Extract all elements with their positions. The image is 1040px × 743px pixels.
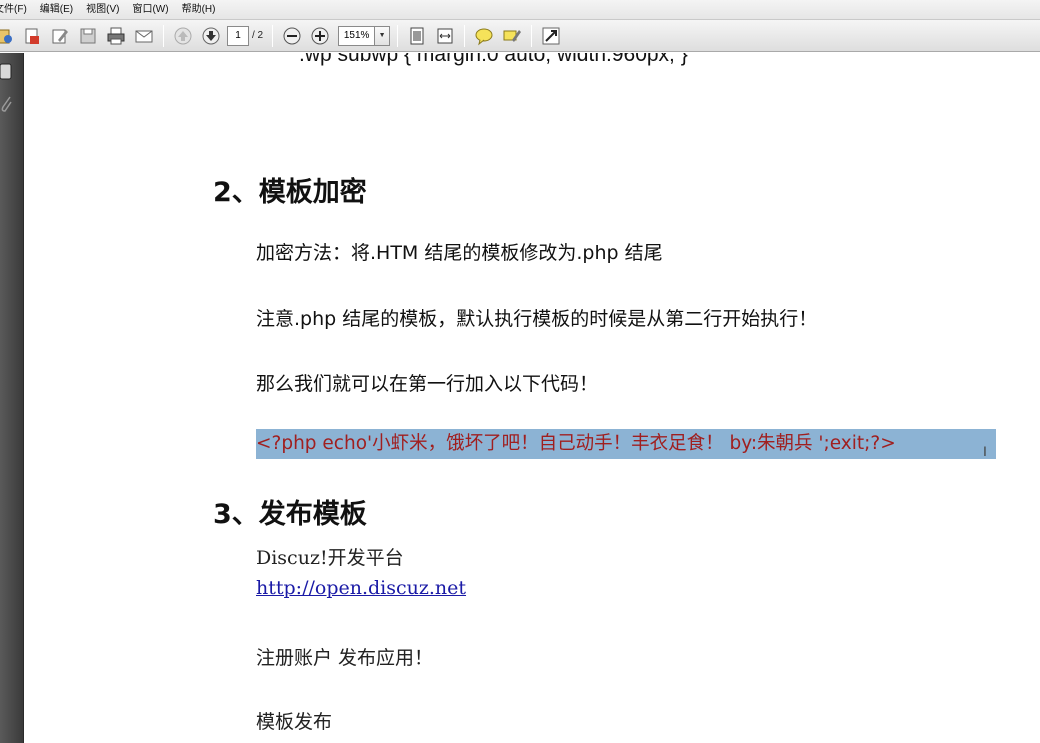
print-icon[interactable]: [104, 24, 128, 48]
previous-page-icon[interactable]: [171, 24, 195, 48]
menu-help[interactable]: 帮助(H): [175, 0, 222, 20]
fit-width-icon[interactable]: [433, 24, 457, 48]
toolbar-separator: [464, 24, 466, 47]
section-heading-publish: 3、发布模板: [213, 499, 367, 530]
menu-bar: 文件(F) 编辑(E) 视图(V) 窗口(W) 帮助(H): [0, 0, 1040, 20]
email-icon[interactable]: [132, 24, 156, 48]
code-line-partial: .wp subwp { margin:0 auto; width:960px; …: [299, 53, 688, 66]
platform-label: Discuz!开发平台: [256, 547, 404, 569]
template-publish-text: 模板发布: [256, 711, 333, 733]
paragraph-note: 注意.php 结尾的模板，默认执行模板的时候是从第二行开始执行！: [256, 308, 818, 330]
section-heading-encrypt: 2、模板加密: [213, 177, 367, 208]
toolbar: 1 / 2 151% ▼: [0, 20, 1040, 52]
attachments-panel-icon[interactable]: [0, 95, 14, 113]
zoom-dropdown-button[interactable]: ▼: [374, 25, 391, 46]
pages-panel-icon[interactable]: [0, 63, 14, 81]
page-total: / 2: [252, 30, 264, 41]
menu-window[interactable]: 窗口(W): [125, 0, 174, 20]
document-page: .wp subwp { margin:0 auto; width:960px; …: [25, 53, 1040, 743]
create-pdf-icon[interactable]: [20, 24, 44, 48]
toolbar-separator: [163, 24, 164, 47]
zoom-out-icon[interactable]: [280, 24, 304, 48]
open-icon[interactable]: [0, 24, 16, 48]
toolbar-separator: [397, 24, 399, 47]
platform-link[interactable]: http://open.discuz.net: [256, 577, 466, 599]
highlighted-code-line[interactable]: <?php echo'小虾米，饿坏了吧！自己动手！丰衣足食！ by:朱朝兵 ';…: [256, 429, 996, 459]
paragraph-add-code: 那么我们就可以在第一行加入以下代码！: [256, 373, 599, 395]
toolbar-separator: [531, 24, 533, 47]
edit-document-icon[interactable]: [48, 24, 72, 48]
navigation-pane: [0, 53, 24, 743]
menu-edit[interactable]: 编辑(E): [33, 0, 79, 20]
zoom-level-input[interactable]: 151%: [338, 25, 375, 46]
fit-page-icon[interactable]: [405, 24, 429, 48]
page-number-input[interactable]: 1: [227, 25, 249, 46]
highlight-icon[interactable]: [500, 24, 524, 48]
next-page-icon[interactable]: [199, 24, 223, 48]
save-icon[interactable]: [76, 24, 100, 48]
zoom-in-icon[interactable]: [308, 24, 332, 48]
toolbar-separator: [272, 24, 274, 47]
paragraph-encrypt-method: 加密方法：将.HTM 结尾的模板修改为.php 结尾: [256, 242, 663, 264]
menu-file[interactable]: 文件(F): [0, 0, 33, 20]
register-publish-text: 注册账户 发布应用！: [256, 647, 434, 669]
comment-icon[interactable]: [472, 24, 496, 48]
expand-icon[interactable]: [539, 24, 563, 48]
menu-view[interactable]: 视图(V): [79, 0, 125, 20]
text-cursor-icon: I: [983, 443, 987, 459]
